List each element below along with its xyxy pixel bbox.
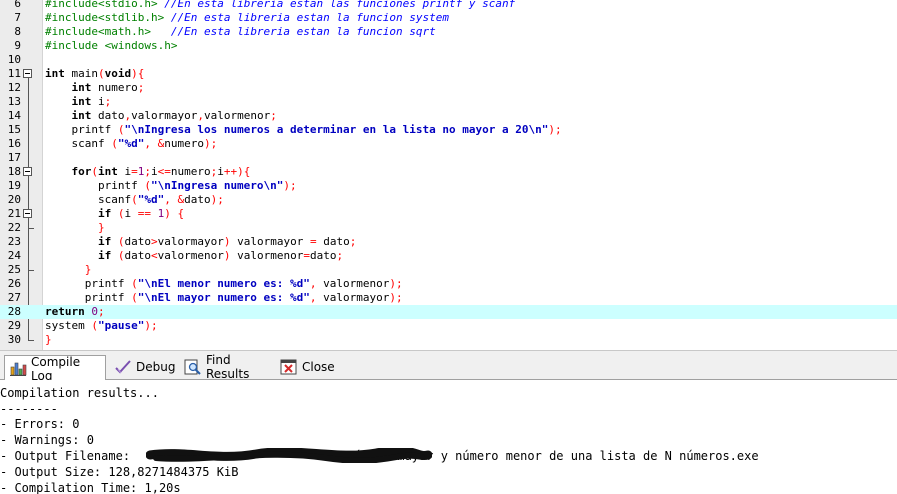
- code-line[interactable]: 13 int i;: [0, 95, 897, 109]
- line-number: 6: [14, 0, 21, 10]
- line-number: 29: [7, 319, 21, 332]
- line-number: 13: [7, 95, 21, 108]
- code-line[interactable]: 29 system ("pause");: [0, 319, 897, 333]
- code-text: #include<stdio.h> //En esta libreria est…: [45, 0, 516, 10]
- line-number: 20: [7, 193, 21, 206]
- line-number: 28: [7, 305, 21, 318]
- code-line[interactable]: 19 printf ("\nIngresa numero\n");: [0, 179, 897, 193]
- log-line: Compilation results...: [0, 386, 159, 400]
- code-line[interactable]: 26 printf ("\nEl menor numero es: %d", v…: [0, 277, 897, 291]
- code-text: int i;: [71, 95, 112, 108]
- line-number: 9: [14, 39, 21, 52]
- code-line[interactable]: 14 int dato,valormayor,valormenor;: [0, 109, 897, 123]
- code-line[interactable]: 28 return 0;: [0, 305, 897, 319]
- code-line[interactable]: 8 #include<math.h> //En esta libreria est…: [0, 25, 897, 39]
- line-number: 30: [7, 333, 21, 346]
- line-number: 26: [7, 277, 21, 290]
- check-icon: [114, 359, 132, 375]
- code-line[interactable]: 24 if (dato<valormenor) valormenor=dato;: [0, 249, 897, 263]
- code-text: }: [97, 221, 105, 234]
- code-text: if (i == 1) {: [97, 207, 185, 220]
- code-text: printf ("\nIngresa los numeros a determi…: [45, 123, 562, 136]
- code-line[interactable]: 6 #include<stdio.h> //En esta libreria es…: [0, 0, 897, 11]
- code-line[interactable]: 30}: [0, 333, 897, 347]
- line-number: 23: [7, 235, 21, 248]
- code-editor[interactable]: 6 #include<stdio.h> //En esta libreria es…: [0, 0, 897, 350]
- line-number: 7: [14, 11, 21, 24]
- line-number: 16: [7, 137, 21, 150]
- code-line[interactable]: 17: [0, 151, 897, 165]
- tab-close[interactable]: Close: [276, 356, 336, 378]
- line-number: 24: [7, 249, 21, 262]
- code-line[interactable]: 22 }: [0, 221, 897, 235]
- line-number: 17: [7, 151, 21, 164]
- code-text: printf ("\nEl mayor numero es: %d", valo…: [45, 291, 403, 304]
- line-number: 21: [7, 207, 21, 220]
- tab-debug[interactable]: Debug: [110, 356, 176, 378]
- code-line[interactable]: 18 for(int i=1;i<=numero;i++){: [0, 165, 897, 179]
- fold-collapse-icon[interactable]: [23, 69, 32, 78]
- log-line: --------: [0, 402, 58, 416]
- code-text: int dato,valormayor,valormenor;: [71, 109, 277, 122]
- code-line[interactable]: 27 printf ("\nEl mayor numero es: %d", v…: [0, 291, 897, 305]
- tab-compile-log[interactable]: Compile Log: [4, 354, 106, 383]
- line-number: 15: [7, 123, 21, 136]
- find-icon: [184, 359, 202, 375]
- code-text: int numero;: [71, 81, 145, 94]
- tab-label: Close: [302, 360, 335, 374]
- code-line[interactable]: 15 printf ("\nIngresa los numeros a dete…: [0, 123, 897, 137]
- code-line[interactable]: 21 if (i == 1) {: [0, 207, 897, 221]
- code-text: if (dato<valormenor) valormenor=dato;: [97, 249, 344, 262]
- bar-chart-icon: [9, 361, 27, 377]
- code-text: }: [45, 333, 52, 346]
- code-text: #include<math.h> //En esta libreria esta…: [45, 25, 436, 38]
- log-line: - Errors: 0: [0, 417, 80, 431]
- code-text: }: [84, 263, 92, 276]
- tab-label: Compile Log: [31, 354, 81, 383]
- code-line[interactable]: 20 scanf("%d", &dato);: [0, 193, 897, 207]
- tab-label: Find Results: [206, 353, 250, 381]
- code-line[interactable]: 16 scanf ("%d", &numero);: [0, 137, 897, 151]
- log-line: - Output Size: 128,8271484375 KiB: [0, 465, 239, 479]
- code-text: scanf ("%d", &numero);: [45, 137, 218, 150]
- log-line: - Warnings: 0: [0, 433, 94, 447]
- code-text: return 0;: [45, 305, 105, 318]
- code-text: int main(void){: [45, 67, 145, 80]
- compile-log-output[interactable]: Compilation results... -------- - Errors…: [0, 380, 897, 494]
- line-number: 22: [7, 221, 21, 234]
- code-line[interactable]: 25 }: [0, 263, 897, 277]
- line-number: 11: [7, 67, 21, 80]
- fold-collapse-icon[interactable]: [23, 209, 32, 218]
- code-line[interactable]: 11 int main(void){: [0, 67, 897, 81]
- line-number: 27: [7, 291, 21, 304]
- code-text: scanf("%d", &dato);: [45, 193, 224, 206]
- line-number: 19: [7, 179, 21, 192]
- line-number: 10: [7, 53, 21, 66]
- code-text: #include<stdlib.h> //En esta libreria es…: [45, 11, 449, 24]
- code-text: printf ("\nIngresa numero\n");: [45, 179, 297, 192]
- code-line[interactable]: 23 if (dato>valormayor) valormayor = dat…: [0, 235, 897, 249]
- code-line[interactable]: 12 int numero;: [0, 81, 897, 95]
- line-number: 18: [7, 165, 21, 178]
- tab-label: Debug: [136, 360, 176, 374]
- log-line: - Compilation Time: 1,20s: [0, 481, 181, 494]
- code-text: #include <windows.h>: [45, 39, 178, 52]
- fold-collapse-icon[interactable]: [23, 167, 32, 176]
- line-number: 25: [7, 263, 21, 276]
- code-text: for(int i=1;i<=numero;i++){: [71, 165, 251, 178]
- tab-find-results[interactable]: Find Results: [180, 353, 272, 381]
- line-number: 8: [14, 25, 21, 38]
- code-text: system ("pause");: [45, 319, 158, 332]
- close-icon: [280, 359, 298, 375]
- code-line[interactable]: 10: [0, 53, 897, 67]
- code-text: if (dato>valormayor) valormayor = dato;: [97, 235, 357, 248]
- code-text: printf ("\nEl menor numero es: %d", valo…: [45, 277, 403, 290]
- bottom-panel-tabs: Compile Log Debug Find Results Close: [0, 350, 897, 383]
- code-line[interactable]: 7 #include<stdlib.h> //En esta libreria e…: [0, 11, 897, 25]
- line-number: 12: [7, 81, 21, 94]
- line-number: 14: [7, 109, 21, 122]
- redaction-scribble: [146, 448, 432, 463]
- code-line[interactable]: 9 #include <windows.h>: [0, 39, 897, 53]
